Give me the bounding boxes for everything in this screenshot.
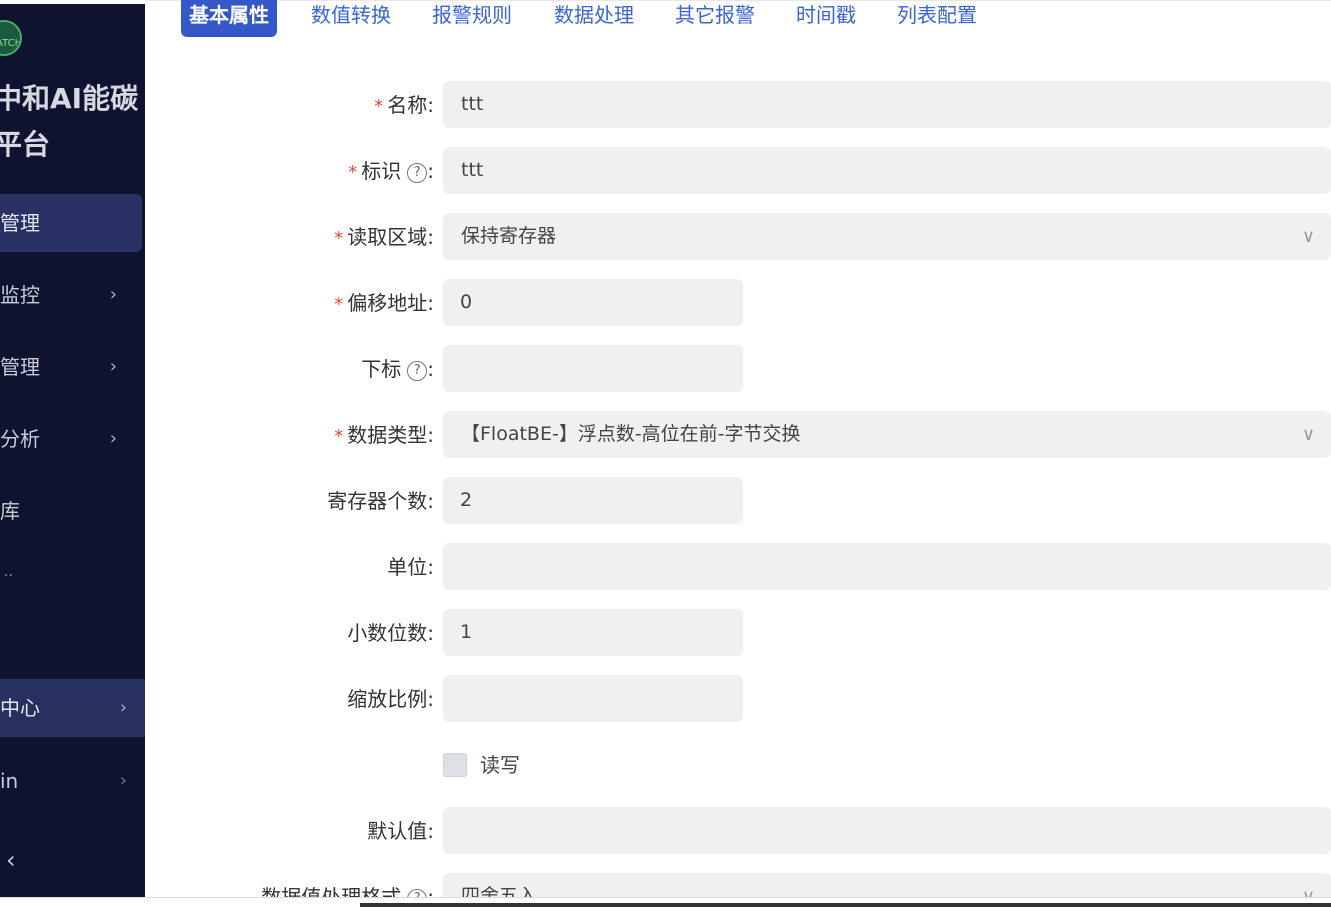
identifier-input[interactable]: ttt [443, 147, 1331, 194]
register-count-label: 寄存器个数: [327, 489, 434, 513]
tab-alarm-rules[interactable]: 报警规则 [432, 0, 512, 37]
default-value-input[interactable] [443, 807, 1331, 854]
data-type-value: 【FloatBE-】浮点数-高位在前-字节交换 [461, 423, 801, 445]
brand-title: 中和AI能碳 平台 [0, 76, 145, 168]
tab-data-processing[interactable]: 数据处理 [554, 0, 634, 37]
sidebar-item-management-2[interactable]: 管理 › [0, 338, 145, 396]
read-write-label[interactable]: 读写 [480, 741, 520, 789]
label-colon: : [427, 885, 434, 897]
default-value-label: 默认值: [367, 819, 434, 843]
form-row-read-area: * 读取区域: 保持寄存器 ∨ [145, 213, 1331, 261]
sidebar-item-management[interactable]: 管理 [0, 194, 142, 252]
help-icon[interactable]: ? [407, 361, 428, 381]
sidebar-item-library[interactable]: 库 [0, 482, 145, 540]
decimals-label: 小数位数: [347, 621, 434, 645]
sidebar-item-admin[interactable]: in › [0, 752, 145, 810]
decimals-input[interactable]: 1 [443, 609, 743, 656]
register-count-input[interactable]: 2 [443, 477, 743, 524]
form-row-register-count: 寄存器个数: 2 [145, 477, 1331, 525]
identifier-label-text: 标识 [361, 159, 402, 183]
chevron-right-icon: › [109, 428, 117, 449]
sidebar: ATCH 亿达 中和AI能碳 平台 管理 监控 › 管理 › 分析 › 库 ..… [0, 4, 145, 897]
sidebar-more-dots: .. [4, 564, 13, 580]
chevron-down-icon: ∨ [1301, 424, 1315, 445]
form-row-read-write: 读写 [145, 741, 1331, 789]
horizontal-scrollbar[interactable] [360, 903, 1331, 907]
brand-line-1: 中和AI能碳 [0, 82, 139, 115]
chevron-down-icon: ∨ [1301, 226, 1315, 247]
help-icon[interactable]: ? [407, 163, 428, 183]
tab-basic-properties[interactable]: 基本属性 [181, 0, 277, 37]
form-row-name: * 名称: ttt [145, 81, 1331, 129]
chevron-right-icon: › [109, 356, 117, 377]
form-row-subscript: 下标?: [145, 345, 1331, 393]
offset-label-text: 偏移地址: [347, 291, 434, 315]
sidebar-item-analysis[interactable]: 分析 › [0, 410, 145, 468]
sidebar-item-label: in [0, 769, 19, 793]
name-label: * 名称: [374, 81, 434, 129]
tab-list-config[interactable]: 列表配置 [897, 0, 977, 37]
required-mark: * [334, 426, 344, 447]
scale-input[interactable] [443, 675, 743, 722]
brand-line-2: 平台 [0, 128, 51, 161]
sidebar-item-label: 分析 [0, 427, 40, 451]
collapse-sidebar-icon[interactable]: ‹ [6, 846, 16, 874]
logo: ATCH 亿达 [0, 20, 22, 56]
data-type-label-text: 数据类型: [347, 423, 434, 447]
form-row-data-type: * 数据类型: 【FloatBE-】浮点数-高位在前-字节交换 ∨ [145, 411, 1331, 459]
form-row-identifier: * 标识?: ttt [145, 147, 1331, 195]
subscript-label-text: 下标 [361, 357, 402, 381]
form-row-value-format: 数据值处理格式?: 四舍五入 ∨ [145, 873, 1331, 897]
required-mark: * [334, 228, 344, 249]
offset-label: * 偏移地址: [334, 279, 434, 327]
subscript-input[interactable] [443, 345, 743, 392]
identifier-label: * 标识?: [348, 147, 434, 195]
read-write-checkbox[interactable] [443, 753, 467, 777]
unit-input[interactable] [443, 543, 1331, 590]
form-row-unit: 单位: [145, 543, 1331, 591]
label-colon: : [427, 357, 434, 381]
subscript-label: 下标?: [361, 345, 434, 393]
sidebar-item-label: 管理 [0, 355, 40, 379]
scale-label: 缩放比例: [347, 687, 434, 711]
read-area-label-text: 读取区域: [347, 225, 434, 249]
read-area-select[interactable]: 保持寄存器 ∨ [443, 213, 1331, 260]
form-row-offset: * 偏移地址: 0 [145, 279, 1331, 327]
tab-other-alarms[interactable]: 其它报警 [675, 0, 755, 37]
sidebar-item-monitoring[interactable]: 监控 › [0, 266, 145, 324]
form-row-scale: 缩放比例: [145, 675, 1331, 723]
tab-timestamp[interactable]: 时间戳 [796, 0, 856, 37]
value-format-label-text: 数据值处理格式 [261, 885, 402, 897]
name-label-text: 名称: [387, 93, 434, 117]
logo-text: ATCH 亿达 [0, 38, 22, 49]
offset-input[interactable]: 0 [443, 279, 743, 326]
chevron-right-icon: › [109, 284, 117, 305]
name-input[interactable]: ttt [443, 81, 1331, 128]
data-type-label: * 数据类型: [334, 411, 434, 459]
sidebar-item-label: 管理 [0, 211, 40, 235]
chevron-right-icon: › [119, 770, 127, 791]
required-mark: * [374, 96, 384, 117]
value-format-value: 四舍五入 [461, 885, 538, 897]
form-row-decimals: 小数位数: 1 [145, 609, 1331, 657]
unit-label: 单位: [387, 555, 434, 579]
data-type-select[interactable]: 【FloatBE-】浮点数-高位在前-字节交换 ∨ [443, 411, 1331, 458]
sidebar-item-label: 监控 [0, 283, 40, 307]
read-area-value: 保持寄存器 [461, 225, 557, 247]
sidebar-item-label: 中心 [0, 696, 40, 720]
sidebar-item-label: 库 [0, 499, 20, 523]
label-colon: : [427, 159, 434, 183]
read-area-label: * 读取区域: [334, 213, 434, 261]
chevron-right-icon: › [119, 697, 127, 718]
required-mark: * [334, 294, 344, 315]
sidebar-item-center[interactable]: 中心 › [0, 679, 145, 737]
value-format-select[interactable]: 四舍五入 ∨ [443, 873, 1331, 897]
value-format-label: 数据值处理格式?: [261, 873, 434, 897]
help-icon[interactable]: ? [407, 889, 428, 897]
chevron-down-icon: ∨ [1301, 886, 1315, 897]
required-mark: * [348, 162, 358, 183]
tab-value-conversion[interactable]: 数值转换 [311, 0, 391, 37]
form-row-default-value: 默认值: [145, 807, 1331, 855]
